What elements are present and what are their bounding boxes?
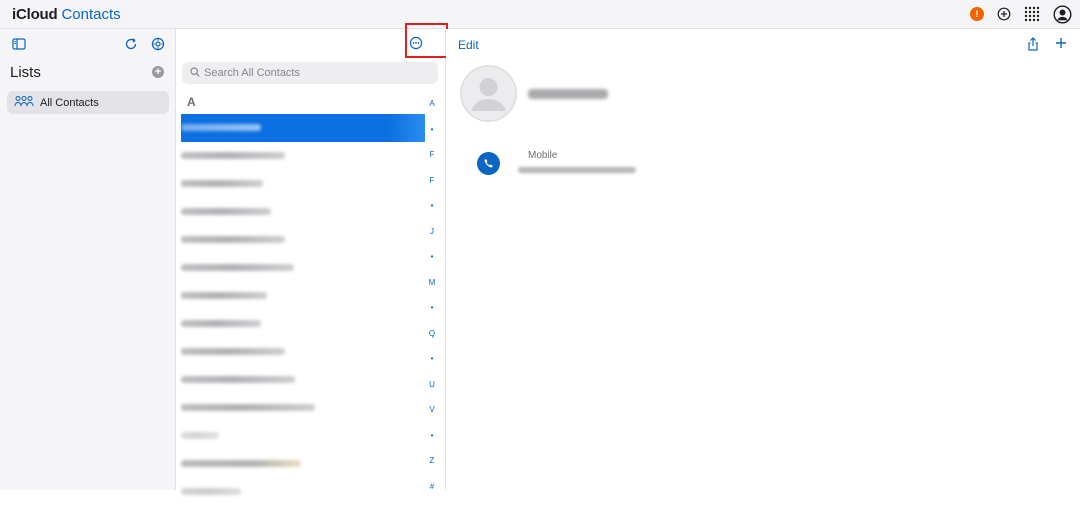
contact-row-selected[interactable] <box>181 114 425 142</box>
contact-name-redacted <box>181 460 301 467</box>
app-grid-icon[interactable] <box>1024 6 1040 22</box>
alert-icon[interactable]: ! <box>970 7 984 21</box>
index-letter[interactable]: A <box>425 99 439 108</box>
index-letter[interactable]: F <box>425 176 439 185</box>
contact-row[interactable] <box>181 142 425 170</box>
add-list-button[interactable]: + <box>152 66 164 78</box>
index-letter[interactable]: • <box>425 354 439 363</box>
index-letter[interactable]: Q <box>425 329 439 338</box>
contact-name-redacted <box>181 264 294 271</box>
index-letter[interactable]: U <box>425 380 439 389</box>
contact-row[interactable] <box>181 338 425 366</box>
contact-name-redacted <box>181 124 261 131</box>
lists-heading: Lists <box>10 64 41 81</box>
top-bar: iCloud Contacts ! <box>0 0 1080 29</box>
sidebar-item-label: All Contacts <box>40 96 99 109</box>
contact-row[interactable] <box>181 254 425 282</box>
index-letter[interactable]: M <box>425 278 439 287</box>
contact-name-redacted <box>181 488 241 495</box>
people-icon <box>14 94 34 112</box>
sidebar-toggle-icon[interactable] <box>12 37 26 51</box>
contact-row[interactable] <box>181 170 425 198</box>
index-letter[interactable]: • <box>425 201 439 210</box>
contact-name-redacted <box>181 236 285 243</box>
index-letter[interactable]: • <box>425 125 439 134</box>
top-icons: ! <box>957 4 1072 24</box>
sidebar-item-all-contacts[interactable]: All Contacts <box>7 91 169 114</box>
contact-name-redacted <box>181 292 267 299</box>
index-letter[interactable]: • <box>425 303 439 312</box>
phone-icon[interactable] <box>477 152 500 175</box>
add-icon[interactable] <box>1054 36 1068 50</box>
contact-row[interactable] <box>181 394 425 422</box>
sidebar: Lists + All Contacts <box>0 29 176 490</box>
app-brand[interactable]: iCloud Contacts <box>10 5 121 23</box>
section-header-letter: A <box>187 95 196 109</box>
contact-row[interactable] <box>181 478 425 506</box>
contact-row[interactable] <box>181 282 425 310</box>
contact-detail-pane: Edit Mobile <box>446 29 1080 490</box>
contact-row[interactable] <box>181 198 425 226</box>
contact-name-redacted <box>181 376 295 383</box>
index-letter[interactable]: J <box>425 227 439 236</box>
search-field[interactable]: Search All Contacts <box>182 62 438 84</box>
contact-row[interactable] <box>181 366 425 394</box>
annotation-highlight-box <box>405 23 448 58</box>
avatar <box>460 65 517 122</box>
search-icon <box>190 64 200 82</box>
contact-name-redacted <box>181 180 263 187</box>
index-letter[interactable]: • <box>425 431 439 440</box>
index-letter[interactable]: V <box>425 405 439 414</box>
share-icon[interactable] <box>1026 37 1040 51</box>
phone-label: Mobile <box>528 150 558 161</box>
contact-row[interactable] <box>181 310 425 338</box>
settings-icon[interactable] <box>151 37 165 51</box>
brand-app-name: Contacts <box>61 5 121 23</box>
contact-name-redacted <box>181 432 219 439</box>
add-circle-icon[interactable] <box>997 7 1011 21</box>
contact-row[interactable] <box>181 422 425 450</box>
brand-icloud: iCloud <box>12 5 58 23</box>
contact-name-redacted <box>528 89 608 99</box>
account-icon[interactable] <box>1053 4 1072 24</box>
contact-row[interactable] <box>181 226 425 254</box>
refresh-icon[interactable] <box>124 37 138 51</box>
edit-button[interactable]: Edit <box>458 38 479 52</box>
search-input[interactable]: Search All Contacts <box>204 67 300 79</box>
phone-number-redacted[interactable] <box>518 167 636 173</box>
index-letter[interactable]: Z <box>425 456 439 465</box>
contact-name-redacted <box>181 152 285 159</box>
contact-list-pane: Search All Contacts A A • F F • J • M • … <box>176 23 448 495</box>
contact-name-redacted <box>181 320 261 327</box>
contact-name-redacted <box>181 208 271 215</box>
index-letter[interactable]: F <box>425 150 439 159</box>
index-letter[interactable]: • <box>425 252 439 261</box>
contact-row[interactable] <box>181 450 425 478</box>
contact-name-redacted <box>181 348 285 355</box>
contact-name-redacted <box>181 404 315 411</box>
